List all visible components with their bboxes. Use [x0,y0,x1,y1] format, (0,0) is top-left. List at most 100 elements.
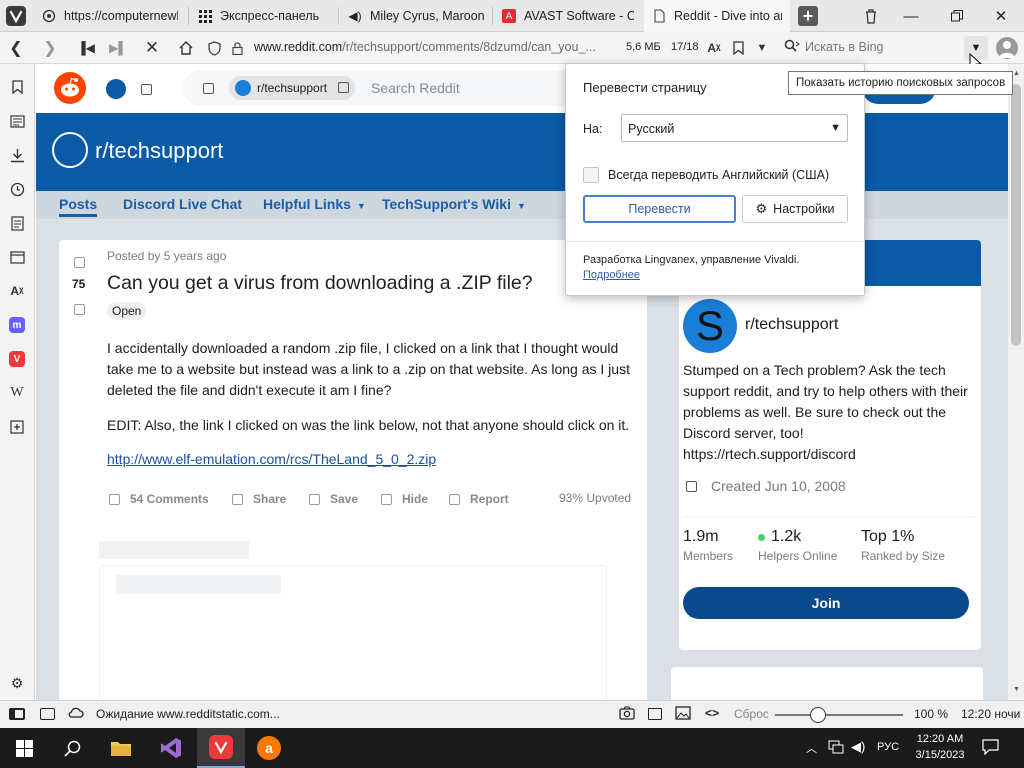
settings-button[interactable]: ⚙ [8,674,26,692]
zoom-level: 100 % [914,707,949,721]
report-button[interactable]: Report [449,492,509,506]
vivaldi-taskbar-button[interactable] [197,728,245,768]
tracker-count[interactable]: 17/18 [671,41,699,53]
code-icon[interactable]: <> [705,706,719,720]
forward-button[interactable]: ❯ [36,32,64,64]
close-window-button[interactable]: ✕ [978,0,1024,32]
lock-button[interactable] [228,32,246,64]
page-icon [652,9,666,23]
tile-icon[interactable] [40,708,55,720]
reading-list-button[interactable] [8,112,26,130]
bookmark-button[interactable] [728,32,748,64]
sidebar-community-name[interactable]: r/techsupport [745,316,838,334]
post-edit: EDIT: Also, the link I clicked on was th… [107,417,630,433]
file-explorer-button[interactable] [97,728,145,768]
url-field[interactable]: www.reddit.com/r/techsupport/comments/8d… [254,40,619,54]
translate-heading: Перевести страницу [583,80,707,95]
shield-button[interactable] [206,32,222,64]
hide-button[interactable]: Hide [381,492,428,506]
minimize-button[interactable]: — [888,0,934,32]
zoom-reset-button[interactable]: Сброс [734,707,769,721]
chevron-down-icon: ▼ [356,201,366,211]
camera-icon[interactable] [619,706,635,723]
more-info-link[interactable]: Подробнее [583,269,640,281]
bookmark-dropdown[interactable]: ▼ [752,32,772,64]
share-button[interactable]: Share [232,492,286,506]
image-icon[interactable] [675,706,691,723]
nav-helpful-links[interactable]: Helpful Links ▼ [263,196,366,212]
gear-icon: ⚙ [10,674,24,691]
panel-toggle-icon[interactable] [9,708,25,720]
restore-button[interactable] [934,0,980,32]
post-body: I accidentally downloaded a random .zip … [107,340,630,398]
bookmarks-panel-button[interactable] [8,78,26,96]
avast-taskbar-button[interactable]: a [245,728,293,768]
notes-button[interactable] [8,214,26,232]
translate-button[interactable]: Перевести [583,195,736,223]
save-button[interactable]: Save [309,492,358,506]
nav-wiki[interactable]: TechSupport's Wiki ▼ [382,196,526,212]
stop-button[interactable]: ✕ [138,32,166,64]
post-flair[interactable]: Open [107,302,147,320]
search-engine-box[interactable]: Искать в Bing [780,36,990,60]
new-tab-button[interactable]: + [798,6,818,26]
post-meta: Posted by 5 years ago [107,249,227,263]
downvote-icon[interactable] [74,303,85,318]
tab-music[interactable]: ◀) Miley Cyrus, Maroon 5 [340,0,492,32]
zoom-slider-thumb[interactable] [809,707,826,723]
vivaldi-menu-button[interactable] [6,6,26,26]
restore-icon [951,10,963,22]
home-button[interactable] [172,32,200,64]
taskbar-search-button[interactable] [48,728,96,768]
nav-posts[interactable]: Posts [59,196,98,217]
reddit-logo[interactable] [54,72,86,104]
url-host: www.reddit.com [254,40,343,54]
scroll-up-icon[interactable]: ▲ [1013,70,1020,77]
history-button[interactable] [8,180,26,198]
always-translate-checkbox[interactable] [583,167,599,183]
divider [683,516,975,517]
window-panel-button[interactable] [8,248,26,266]
cloud-sync-icon[interactable] [68,705,84,722]
translate-settings-button[interactable]: ⚙ Настройки [742,195,848,223]
remove-chip-icon[interactable] [338,82,350,96]
wikipedia-button[interactable]: W [8,384,26,402]
add-panel-button[interactable] [8,418,26,436]
scrollbar-thumb[interactable] [1011,84,1021,346]
translate-panel-button[interactable]: Aᵡ [8,282,26,300]
tab-avast[interactable]: A AVAST Software - Спи [494,0,642,32]
reddit-search-bar[interactable]: r/techsupport Search Reddit [183,70,603,106]
tab-speed-dial[interactable]: Экспресс-панель [190,0,338,32]
start-button[interactable] [0,728,48,768]
tray-chevron-icon[interactable]: ︿ [806,740,817,756]
community-chip[interactable]: r/techsupport [229,76,356,100]
tab-reddit[interactable]: Reddit - Dive into any [644,0,790,32]
rewind-button[interactable]: ▐◀ [72,32,100,64]
downloads-button[interactable] [8,146,26,164]
page-tiling-icon[interactable] [648,708,662,720]
settings-label: Настройки [773,202,835,216]
profile-button[interactable] [996,37,1018,59]
post-link[interactable]: http://www.elf-emulation.com/rcs/TheLand… [107,451,436,467]
translate-button[interactable]: Aᵡ [704,32,724,64]
nav-discord-live-chat[interactable]: Discord Live Chat [123,196,242,212]
post-title[interactable]: Can you get a virus from downloading a .… [107,272,627,295]
fast-forward-button[interactable]: ▶▌ [104,32,132,64]
back-button[interactable]: ❮ [2,32,30,64]
volume-icon[interactable]: ◀) [851,739,865,755]
vivaldi-social-button[interactable]: V [8,350,26,368]
join-button[interactable]: Join [683,587,969,619]
mastodon-button[interactable]: m [8,316,26,334]
zoom-slider[interactable] [775,707,903,723]
notifications-icon[interactable] [982,739,999,758]
language-indicator[interactable]: РУС [877,741,899,753]
comments-button[interactable]: 54 Comments [109,492,209,506]
visual-studio-button[interactable] [147,728,195,768]
tab-computernewb[interactable]: https://computernewb [34,0,186,32]
page-scrollbar[interactable]: ▲ ▼ [1008,64,1024,700]
taskbar-clock[interactable]: 12:20 AM 3/15/2023 [906,731,974,763]
scroll-down-icon[interactable]: ▼ [1013,686,1020,693]
target-language-select[interactable]: Русский ▼ [621,114,848,142]
network-icon[interactable] [828,740,844,757]
upvote-icon[interactable] [74,256,85,271]
